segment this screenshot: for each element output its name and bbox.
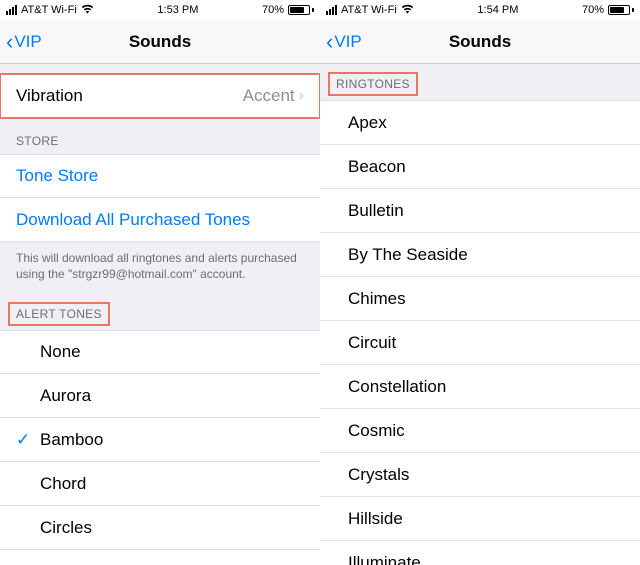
chevron-right-icon: › xyxy=(299,87,304,105)
nav-bar: ‹ VIP Sounds xyxy=(320,20,640,64)
status-bar: AT&T Wi-Fi 1:53 PM 70% xyxy=(0,0,320,20)
battery-percent: 70% xyxy=(582,4,604,16)
wifi-icon xyxy=(81,3,94,17)
alert-tone-label: None xyxy=(40,342,304,362)
store-header: STORE xyxy=(0,118,320,154)
alert-tone-row[interactable]: ✓Chord xyxy=(0,462,320,506)
ringtone-row[interactable]: By The Seaside xyxy=(320,233,640,277)
alert-tone-label: Aurora xyxy=(40,386,304,406)
ringtone-label: Chimes xyxy=(348,289,624,309)
back-button[interactable]: ‹ VIP xyxy=(0,29,42,55)
vibration-label: Vibration xyxy=(16,86,243,106)
ringtones-header-wrap: RINGTONES xyxy=(320,64,640,101)
signal-icon xyxy=(326,5,337,15)
ringtone-row[interactable]: Constellation xyxy=(320,365,640,409)
ringtone-label: Circuit xyxy=(348,333,624,353)
carrier-label: AT&T Wi-Fi xyxy=(341,4,397,16)
ringtone-row[interactable]: Illuminate xyxy=(320,541,640,565)
ringtone-row[interactable]: Cosmic xyxy=(320,409,640,453)
alert-tone-row[interactable]: ✓Circles xyxy=(0,506,320,550)
wifi-icon xyxy=(401,3,414,17)
alert-tone-label: Bamboo xyxy=(40,430,304,450)
carrier-label: AT&T Wi-Fi xyxy=(21,4,77,16)
alert-tone-label: Circles xyxy=(40,518,304,538)
store-footer: This will download all ringtones and ale… xyxy=(0,242,320,294)
ringtone-label: By The Seaside xyxy=(348,245,624,265)
alert-tones-header: ALERT TONES xyxy=(10,304,108,324)
battery-percent: 70% xyxy=(262,4,284,16)
chevron-left-icon: ‹ xyxy=(326,29,333,55)
ringtone-row[interactable]: Circuit xyxy=(320,321,640,365)
nav-bar: ‹ VIP Sounds xyxy=(0,20,320,64)
back-label: VIP xyxy=(14,32,41,52)
tone-store-link[interactable]: Tone Store xyxy=(0,154,320,198)
ringtone-row[interactable]: Crystals xyxy=(320,453,640,497)
time-label: 1:54 PM xyxy=(477,4,518,16)
back-label: VIP xyxy=(334,32,361,52)
ringtone-label: Illuminate xyxy=(348,553,624,565)
download-tones-link[interactable]: Download All Purchased Tones xyxy=(0,198,320,242)
alert-tone-label: Chord xyxy=(40,474,304,494)
screen-right: AT&T Wi-Fi 1:54 PM 70% ‹ VIP Sounds RING… xyxy=(320,0,640,565)
screen-left: AT&T Wi-Fi 1:53 PM 70% ‹ VIP Sounds Vibr… xyxy=(0,0,320,565)
alert-tone-row[interactable]: ✓Aurora xyxy=(0,374,320,418)
ringtones-header: RINGTONES xyxy=(330,74,416,94)
battery-icon xyxy=(288,5,314,15)
checkmark-icon: ✓ xyxy=(16,430,40,450)
ringtone-row[interactable]: Hillside xyxy=(320,497,640,541)
ringtone-label: Hillside xyxy=(348,509,624,529)
battery-icon xyxy=(608,5,634,15)
alert-tone-row[interactable]: ✓Bamboo xyxy=(0,418,320,462)
vibration-row[interactable]: Vibration Accent › xyxy=(0,74,320,118)
chevron-left-icon: ‹ xyxy=(6,29,13,55)
ringtone-label: Beacon xyxy=(348,157,624,177)
ringtone-label: Crystals xyxy=(348,465,624,485)
ringtone-label: Bulletin xyxy=(348,201,624,221)
ringtone-label: Cosmic xyxy=(348,421,624,441)
page-title: Sounds xyxy=(0,32,320,52)
ringtone-row[interactable]: Apex xyxy=(320,101,640,145)
back-button[interactable]: ‹ VIP xyxy=(320,29,362,55)
ringtone-label: Apex xyxy=(348,113,624,133)
content-area: Vibration Accent › STORE Tone Store Down… xyxy=(0,64,320,565)
alert-tone-row[interactable]: ✓Complete xyxy=(0,550,320,565)
signal-icon xyxy=(6,5,17,15)
status-bar: AT&T Wi-Fi 1:54 PM 70% xyxy=(320,0,640,20)
ringtone-row[interactable]: Chimes xyxy=(320,277,640,321)
page-title: Sounds xyxy=(320,32,640,52)
time-label: 1:53 PM xyxy=(157,4,198,16)
alert-tone-row[interactable]: ✓None xyxy=(0,330,320,374)
ringtone-row[interactable]: Bulletin xyxy=(320,189,640,233)
vibration-value: Accent xyxy=(243,86,295,106)
content-area: RINGTONES Apex Beacon Bulletin By The Seasi… xyxy=(320,64,640,565)
ringtone-row[interactable]: Beacon xyxy=(320,145,640,189)
alert-tones-header-wrap: ALERT TONES xyxy=(0,294,320,330)
ringtone-label: Constellation xyxy=(348,377,624,397)
